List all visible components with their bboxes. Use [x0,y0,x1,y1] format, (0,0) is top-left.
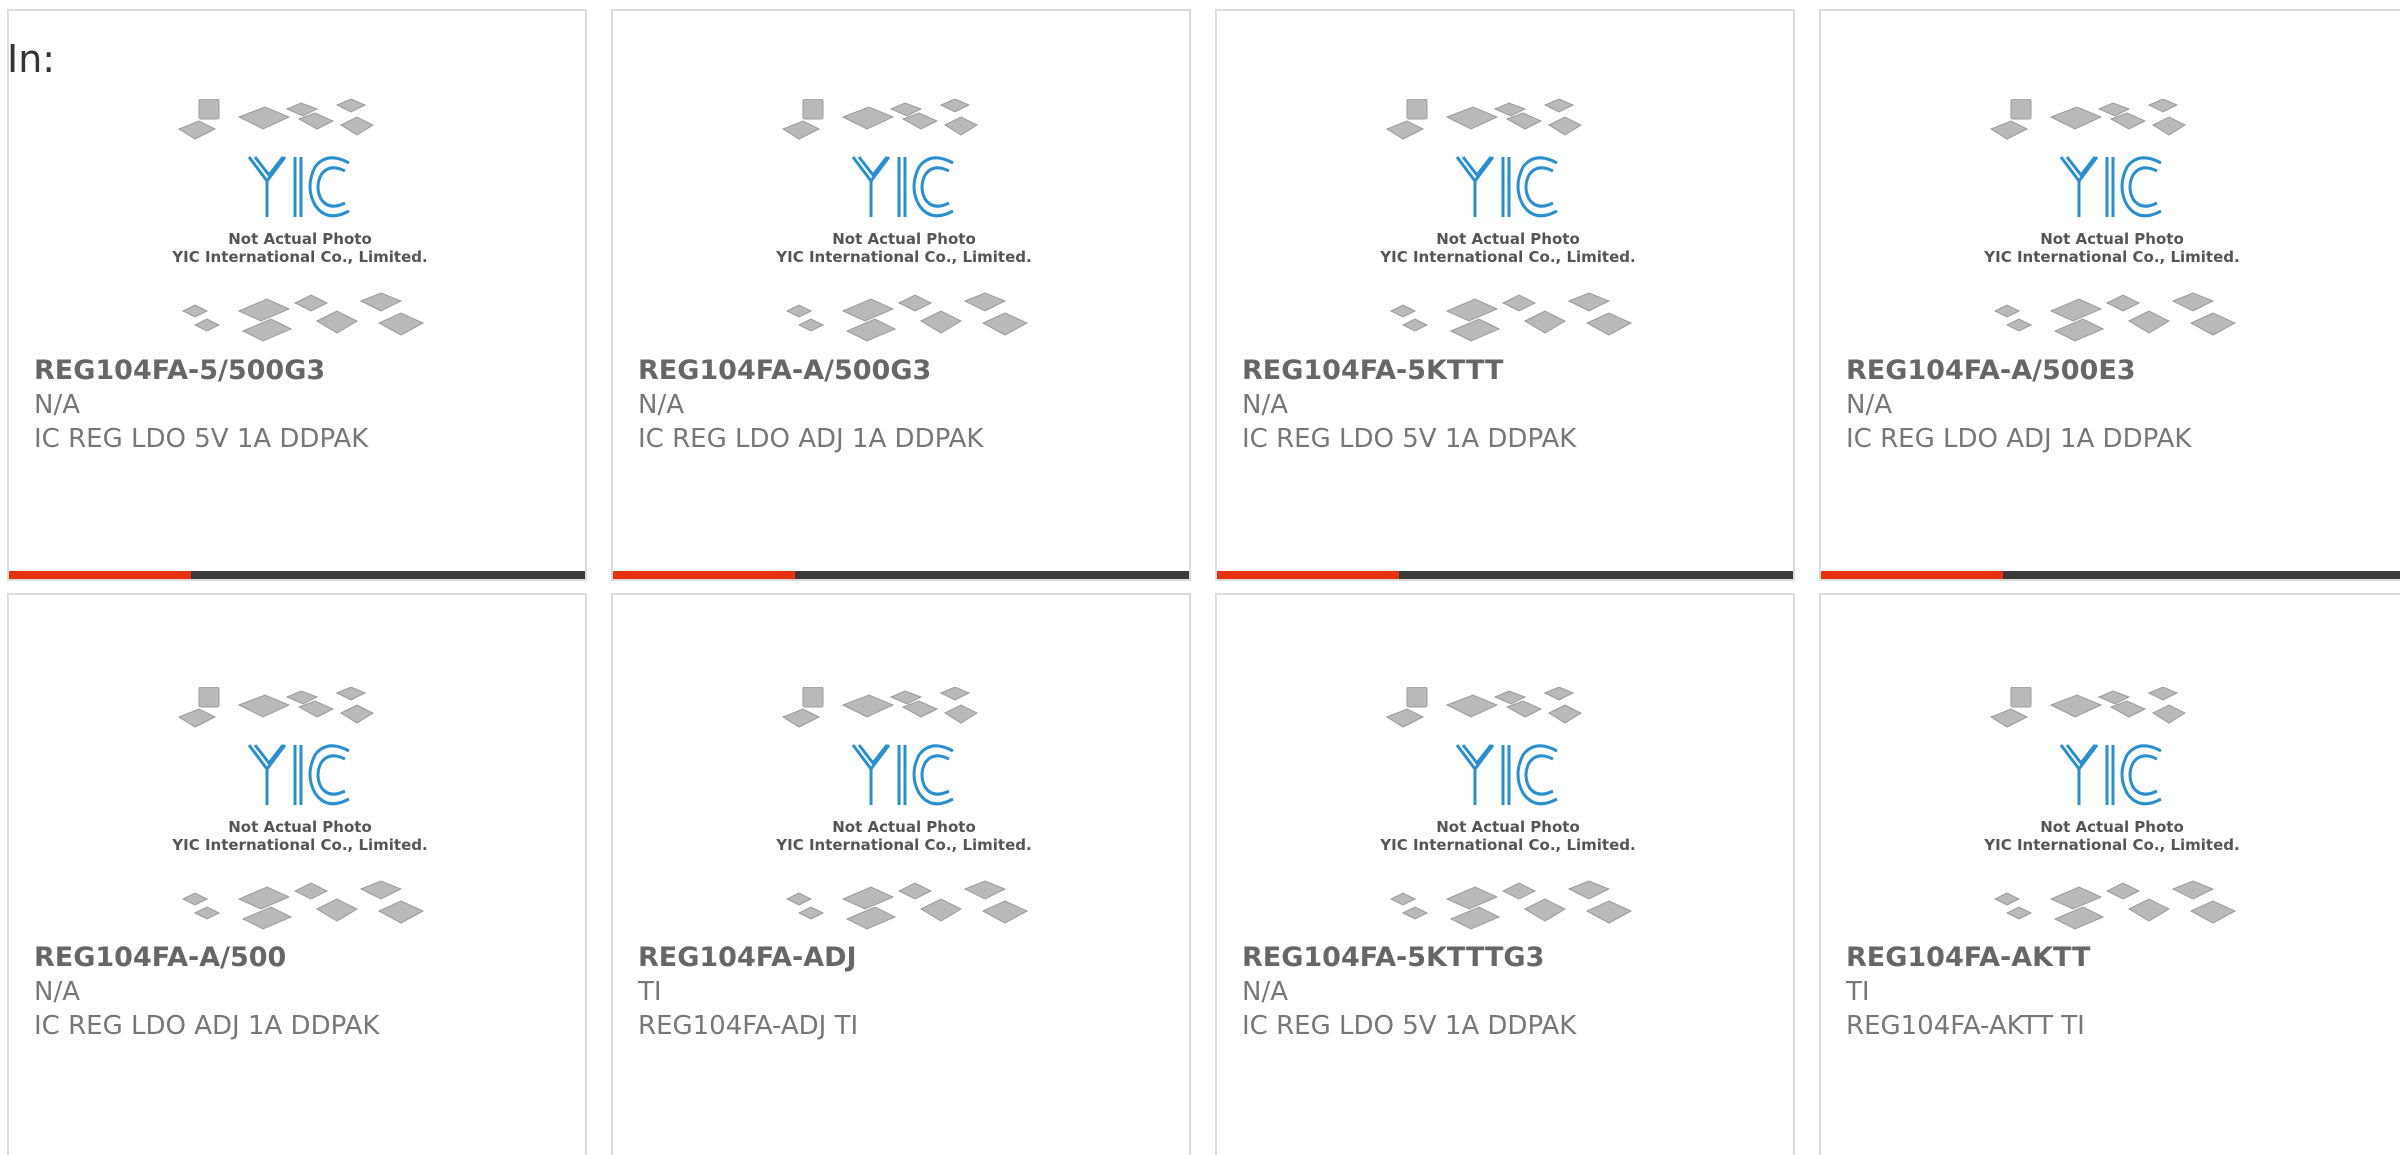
product-part-number[interactable]: REG104FA-A/500 [34,941,575,975]
card-bottom-bar [1821,571,2400,579]
product-grid-page: In: REG104FA-5/500G3 N/A IC REG LDO 5V 1… [0,0,2400,1155]
product-card[interactable]: REG104FA-5KTTTG3 N/A IC REG LDO 5V 1A DD… [1215,593,1795,1155]
product-card[interactable]: REG104FA-A/500E3 N/A IC REG LDO ADJ 1A D… [1819,9,2400,581]
product-description: IC REG LDO ADJ 1A DDPAK [638,424,984,454]
product-description: IC REG LDO 5V 1A DDPAK [34,424,369,454]
product-part-number[interactable]: REG104FA-A/500E3 [1846,354,2390,388]
product-manufacturer: TI [638,977,662,1007]
product-placeholder-image [1981,687,2242,931]
product-card[interactable]: REG104FA-5/500G3 N/A IC REG LDO 5V 1A DD… [7,9,587,581]
product-manufacturer: N/A [34,977,80,1007]
card-bottom-bar [613,571,1189,579]
product-part-number[interactable]: REG104FA-AKTT [1846,941,2390,975]
product-grid: REG104FA-5/500G3 N/A IC REG LDO 5V 1A DD… [7,9,2400,1155]
product-card[interactable]: REG104FA-A/500G3 N/A IC REG LDO ADJ 1A D… [611,9,1191,581]
product-placeholder-image [1377,99,1638,343]
product-manufacturer: N/A [1242,390,1288,420]
product-part-number[interactable]: REG104FA-ADJ [638,941,1179,975]
product-manufacturer: N/A [34,390,80,420]
card-bottom-bar [9,571,585,579]
product-description: IC REG LDO 5V 1A DDPAK [1242,424,1577,454]
product-description: IC REG LDO ADJ 1A DDPAK [1846,424,2192,454]
product-card[interactable]: REG104FA-ADJ TI REG104FA-ADJ TI [611,593,1191,1155]
in-label: In: [7,37,56,81]
product-description: IC REG LDO ADJ 1A DDPAK [34,1011,380,1041]
product-placeholder-image [169,99,430,343]
product-part-number[interactable]: REG104FA-A/500G3 [638,354,1179,388]
product-card[interactable]: REG104FA-5KTTT N/A IC REG LDO 5V 1A DDPA… [1215,9,1795,581]
product-placeholder-image [773,99,1034,343]
card-accent-bar [1821,571,2003,579]
product-description: REG104FA-AKTT TI [1846,1011,2085,1041]
product-manufacturer: N/A [1242,977,1288,1007]
card-bottom-bar [1217,571,1793,579]
product-part-number[interactable]: REG104FA-5KTTT [1242,354,1783,388]
card-accent-bar [613,571,795,579]
product-description: IC REG LDO 5V 1A DDPAK [1242,1011,1577,1041]
product-placeholder-image [1981,99,2242,343]
product-placeholder-image [1377,687,1638,931]
product-placeholder-image [169,687,430,931]
card-accent-bar [1217,571,1399,579]
product-part-number[interactable]: REG104FA-5KTTTG3 [1242,941,1783,975]
product-card[interactable]: REG104FA-AKTT TI REG104FA-AKTT TI [1819,593,2400,1155]
product-manufacturer: N/A [638,390,684,420]
product-description: REG104FA-ADJ TI [638,1011,859,1041]
product-part-number[interactable]: REG104FA-5/500G3 [34,354,575,388]
product-manufacturer: TI [1846,977,1870,1007]
product-card[interactable]: REG104FA-A/500 N/A IC REG LDO ADJ 1A DDP… [7,593,587,1155]
product-placeholder-image [773,687,1034,931]
card-accent-bar [9,571,191,579]
product-manufacturer: N/A [1846,390,1892,420]
